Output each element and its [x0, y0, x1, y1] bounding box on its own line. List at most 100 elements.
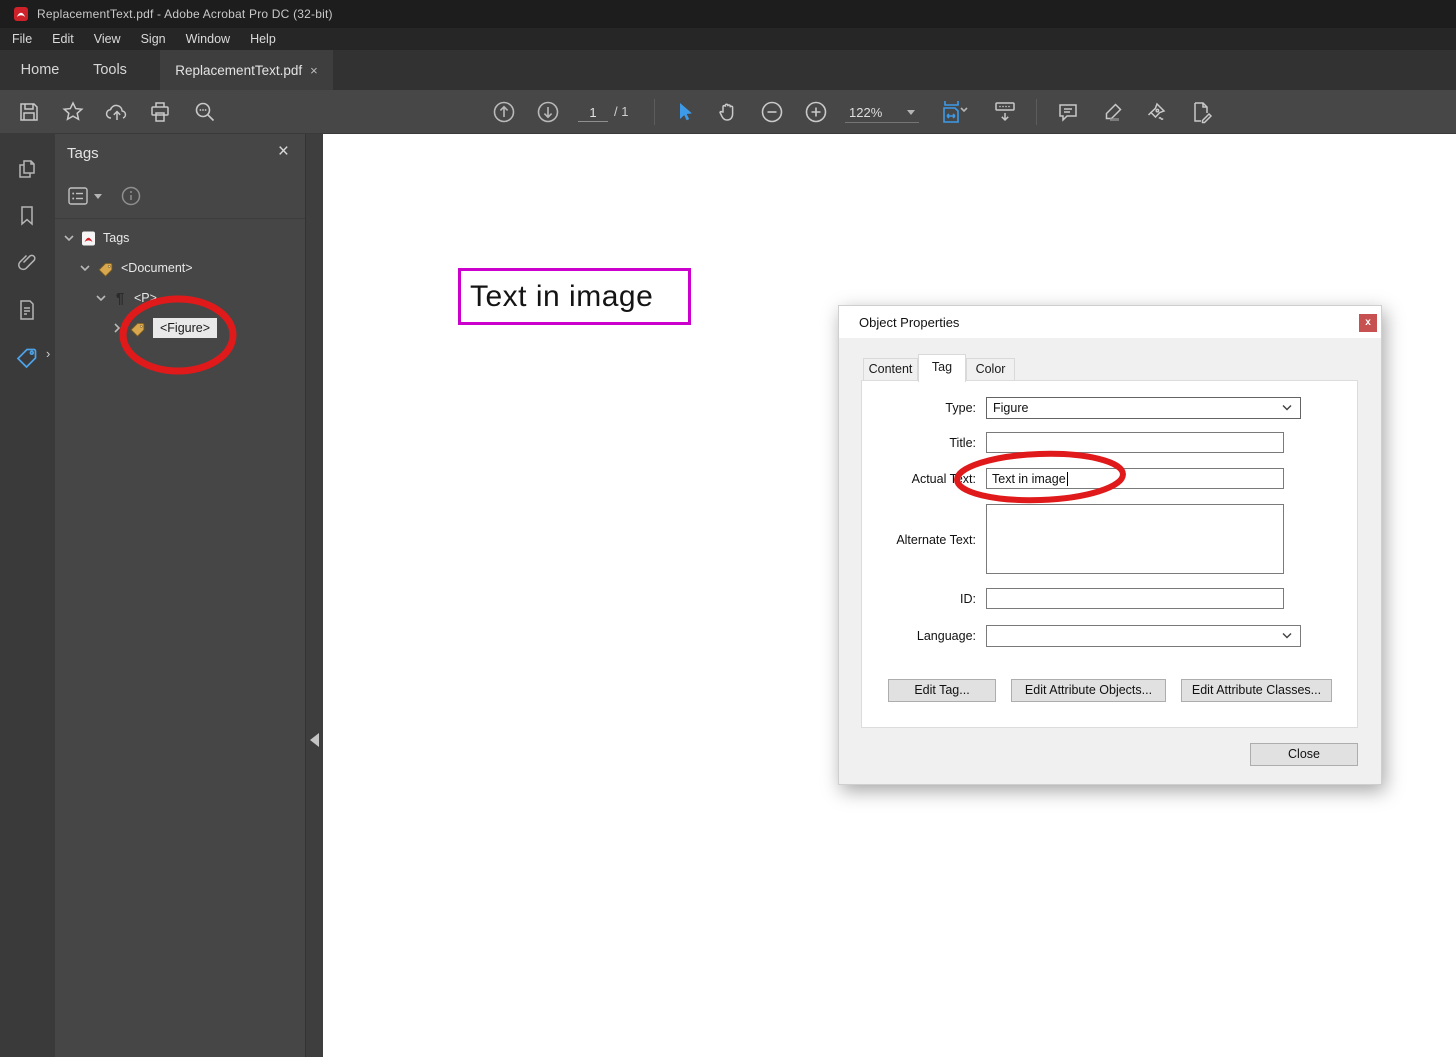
tag-icon — [129, 320, 146, 337]
chevron-down-icon — [907, 109, 915, 115]
previous-page-button[interactable] — [487, 90, 521, 133]
zoom-level-dropdown[interactable]: 122% — [845, 102, 919, 123]
tree-item-figure[interactable]: <Figure> — [111, 316, 218, 340]
edit-attribute-objects-button[interactable]: Edit Attribute Objects... — [1011, 679, 1166, 702]
figure-text: Text in image — [470, 279, 654, 313]
type-dropdown[interactable]: Figure — [986, 397, 1301, 419]
chevron-down-icon[interactable] — [79, 262, 91, 274]
chevron-down-icon — [1282, 633, 1292, 639]
title-field[interactable] — [986, 432, 1284, 453]
tags-panel-header: Tags × — [55, 134, 305, 172]
save-button[interactable] — [12, 90, 46, 133]
cloud-upload-button[interactable] — [100, 90, 134, 133]
highlight-tool-button[interactable] — [1096, 90, 1130, 133]
comment-tool-button[interactable] — [1051, 90, 1085, 133]
id-label: ID: — [960, 592, 976, 606]
print-button[interactable] — [143, 90, 177, 133]
toolbar-divider — [654, 99, 655, 125]
sign-tool-button[interactable] — [1140, 90, 1174, 133]
actual-text-label: Actual Text: — [911, 472, 976, 486]
menu-help[interactable]: Help — [240, 28, 286, 50]
tree-item-label: <Document> — [121, 261, 193, 275]
dialog-title: Object Properties — [859, 315, 960, 330]
paragraph-icon: ¶ — [115, 289, 125, 307]
main-toolbar: 1 / 1 122% — [0, 90, 1456, 134]
tab-color[interactable]: Color — [966, 358, 1015, 381]
tab-content[interactable]: Content — [863, 358, 918, 381]
tab-close-icon[interactable]: × — [310, 64, 318, 77]
panel-divider[interactable] — [305, 134, 323, 1057]
close-button[interactable]: Close — [1250, 743, 1358, 766]
next-page-button[interactable] — [531, 90, 565, 133]
actual-text-field[interactable]: Text in image — [986, 468, 1284, 489]
tags-panel-icon[interactable] — [13, 343, 41, 371]
attachments-icon[interactable] — [13, 248, 41, 276]
info-button[interactable] — [120, 185, 142, 207]
actual-text-value: Text in image — [992, 471, 1066, 486]
active-panel-notch: › — [46, 346, 51, 361]
tree-item-label-selected: <Figure> — [153, 318, 218, 338]
options-menu-button[interactable] — [67, 186, 102, 206]
select-tool-button[interactable] — [667, 90, 701, 133]
page-number-input[interactable]: 1 — [578, 103, 608, 122]
language-label: Language: — [916, 629, 976, 643]
tags-panel-toolbar — [55, 180, 305, 212]
menu-window[interactable]: Window — [176, 28, 240, 50]
object-properties-dialog: Object Properties x Content Tag Color Ty… — [838, 305, 1382, 785]
tab-document[interactable]: ReplacementText.pdf × — [160, 50, 333, 90]
acrobat-app-icon — [14, 7, 28, 21]
text-cursor — [1066, 471, 1068, 486]
tab-tools[interactable]: Tools — [80, 50, 140, 90]
page-thumbnails-icon[interactable] — [13, 155, 41, 183]
panel-close-icon[interactable]: × — [278, 142, 289, 161]
acrobat-tags-root-icon — [81, 231, 96, 246]
tree-item-tags-root[interactable]: Tags — [63, 226, 129, 250]
tab-document-label: ReplacementText.pdf — [175, 62, 303, 78]
chevron-down-icon — [1282, 405, 1292, 411]
menu-sign[interactable]: Sign — [131, 28, 176, 50]
tree-item-document[interactable]: <Document> — [79, 256, 193, 280]
id-field[interactable] — [986, 588, 1284, 609]
menu-bar: File Edit View Sign Window Help — [0, 28, 1456, 50]
edit-pdf-tool-button[interactable] — [1184, 90, 1218, 133]
tags-panel-title: Tags — [67, 144, 99, 162]
dialog-title-bar[interactable]: Object Properties — [839, 306, 1381, 338]
menu-file[interactable]: File — [0, 28, 42, 50]
tree-item-p[interactable]: ¶ <P> — [95, 286, 157, 310]
tree-item-label: <P> — [134, 291, 157, 305]
menu-edit[interactable]: Edit — [42, 28, 84, 50]
search-button[interactable] — [188, 90, 222, 133]
tag-icon — [97, 260, 114, 277]
content-panel-icon[interactable] — [13, 296, 41, 324]
zoom-in-button[interactable] — [799, 90, 833, 133]
hide-toolbar-button[interactable] — [988, 90, 1022, 133]
main-area: › Tags × Tags <Document> ¶ <P> <Figure> … — [0, 134, 1456, 1057]
bookmarks-icon[interactable] — [13, 202, 41, 230]
document-page: Text in image Object Properties x Conten… — [323, 134, 1456, 1057]
tab-bar: Home Tools ReplacementText.pdf × — [0, 50, 1456, 90]
fit-width-button[interactable] — [932, 90, 976, 133]
tab-tag[interactable]: Tag — [918, 354, 966, 382]
alternate-text-label: Alternate Text: — [896, 533, 976, 547]
chevron-down-icon[interactable] — [63, 232, 75, 244]
dialog-close-button[interactable]: x — [1359, 314, 1377, 332]
edit-attribute-classes-button[interactable]: Edit Attribute Classes... — [1181, 679, 1332, 702]
tab-home[interactable]: Home — [0, 50, 80, 90]
language-dropdown[interactable] — [986, 625, 1301, 647]
type-label: Type: — [945, 401, 976, 415]
hand-tool-button[interactable] — [711, 90, 745, 133]
zoom-out-button[interactable] — [755, 90, 789, 133]
chevron-right-icon[interactable] — [111, 322, 123, 334]
menu-view[interactable]: View — [84, 28, 131, 50]
star-button[interactable] — [56, 90, 90, 133]
zoom-level-value: 122% — [849, 104, 883, 120]
edit-tag-button[interactable]: Edit Tag... — [888, 679, 996, 702]
page-total-label: / 1 — [614, 104, 629, 119]
tree-item-label: Tags — [103, 231, 130, 245]
chevron-down-icon[interactable] — [95, 292, 107, 304]
navigation-rail: › — [0, 134, 55, 1057]
type-value: Figure — [993, 401, 1029, 415]
panel-separator — [55, 218, 305, 219]
alternate-text-field[interactable] — [986, 504, 1284, 574]
collapse-panel-icon[interactable] — [310, 733, 319, 747]
